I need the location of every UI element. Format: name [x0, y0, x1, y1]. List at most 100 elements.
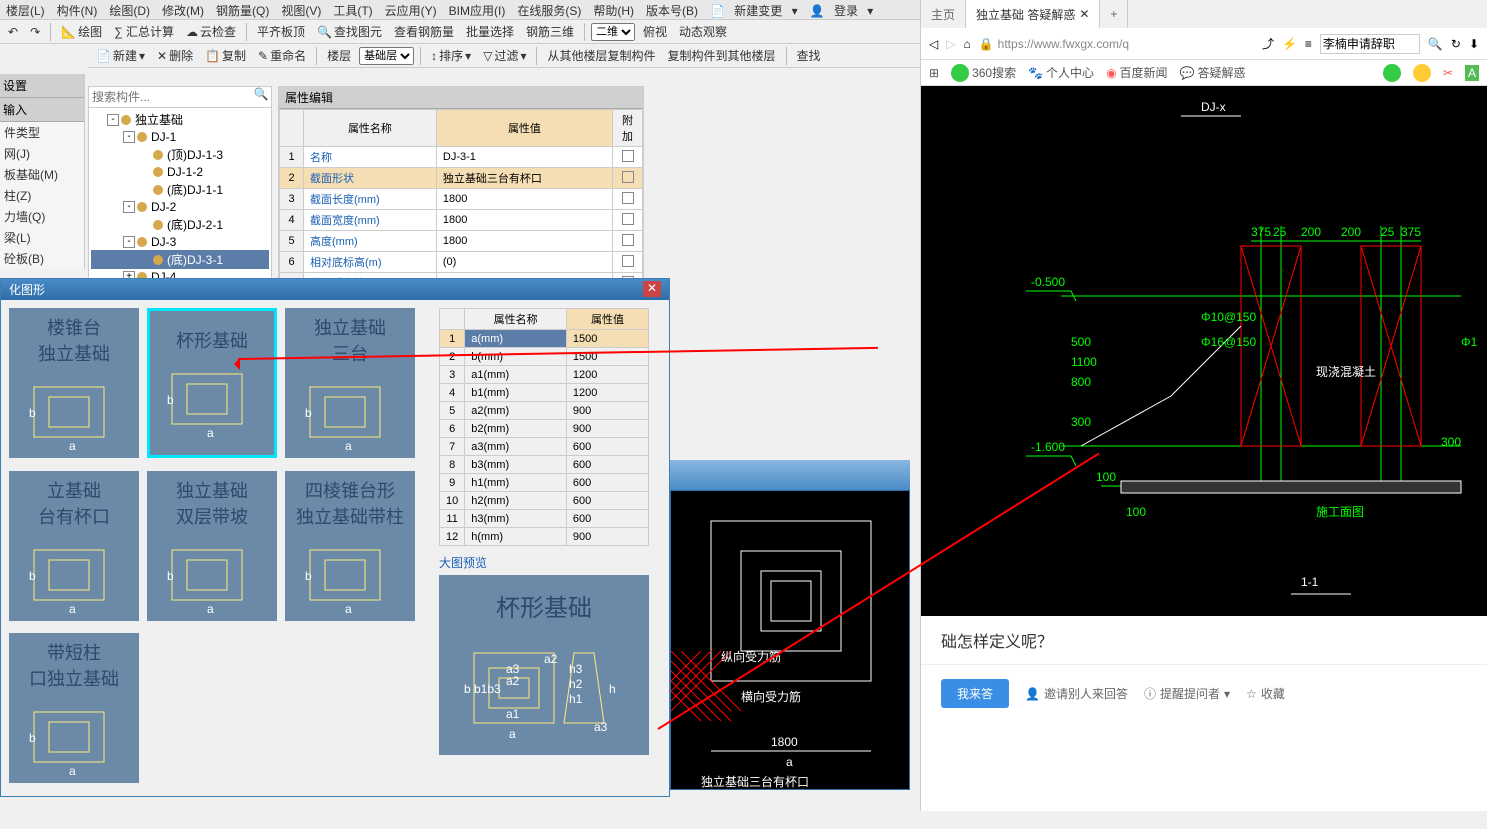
- menu-tools[interactable]: 工具(T): [327, 0, 378, 19]
- share-icon[interactable]: ⤴: [1262, 35, 1274, 52]
- favorite-link[interactable]: ☆ 收藏: [1246, 685, 1285, 702]
- tree-node[interactable]: -DJ-3: [91, 234, 269, 250]
- param-row[interactable]: 2b(mm)1500: [440, 348, 649, 366]
- nav-qa[interactable]: 💬答疑解惑: [1180, 64, 1246, 81]
- remind-link[interactable]: ⓘ 提醒提问者 ▾: [1144, 685, 1230, 702]
- property-row[interactable]: 3截面长度(mm)1800: [280, 189, 643, 210]
- forward-icon[interactable]: ▷: [946, 37, 955, 51]
- expand-icon[interactable]: ⊞: [929, 66, 939, 80]
- menu-icon[interactable]: ≡: [1305, 37, 1312, 51]
- tree-node[interactable]: (顶)DJ-1-3: [91, 145, 269, 164]
- find-button[interactable]: 查找: [793, 46, 825, 65]
- shape-item[interactable]: 杯形基础ba: [147, 308, 277, 458]
- left-item-wall[interactable]: 力墙(Q): [0, 206, 84, 227]
- tree-node[interactable]: -DJ-2: [91, 199, 269, 215]
- shape-item[interactable]: 楼锥台独立基础ba: [9, 308, 139, 458]
- menu-floor[interactable]: 楼层(L): [0, 0, 51, 19]
- new-button[interactable]: 📄 新建 ▾: [92, 46, 149, 65]
- property-row[interactable]: 6相对底标高(m)(0): [280, 252, 643, 273]
- left-item-grid[interactable]: 网(J): [0, 143, 84, 164]
- param-row[interactable]: 1a(mm)1500: [440, 330, 649, 348]
- menu-version[interactable]: 版本号(B): [640, 0, 704, 19]
- left-item-type[interactable]: 件类型: [0, 122, 84, 143]
- close-icon[interactable]: ✕: [643, 281, 661, 297]
- ext2-icon[interactable]: [1413, 64, 1431, 82]
- menu-component[interactable]: 构件(N): [51, 0, 104, 19]
- new-tab-button[interactable]: +: [1100, 0, 1128, 28]
- tree-node[interactable]: (底)DJ-1-1: [91, 180, 269, 199]
- tree-root[interactable]: -独立基础: [91, 110, 269, 129]
- filter-button[interactable]: ▽ 过滤 ▾: [479, 46, 530, 65]
- param-row[interactable]: 4b1(mm)1200: [440, 384, 649, 402]
- shape-item[interactable]: 带短柱口独立基础ba: [9, 633, 139, 783]
- param-row[interactable]: 9h1(mm)600: [440, 474, 649, 492]
- flash-icon[interactable]: ⚡: [1282, 37, 1297, 51]
- scissors-icon[interactable]: ✂: [1443, 66, 1453, 80]
- level-button[interactable]: 平齐板顶: [253, 22, 309, 41]
- undo-button[interactable]: ↶: [4, 24, 22, 40]
- redo-button[interactable]: ↷: [26, 24, 44, 40]
- nav-baidu[interactable]: ◉百度新闻: [1106, 64, 1168, 81]
- invite-link[interactable]: 👤 邀请别人来回答: [1025, 685, 1128, 702]
- shape-item[interactable]: 立基础台有杯口ba: [9, 471, 139, 621]
- view-rebar-button[interactable]: 查看钢筋量: [390, 22, 458, 41]
- draw-button[interactable]: 📐 绘图: [57, 22, 106, 41]
- browser-search-input[interactable]: [1320, 34, 1420, 54]
- answer-button[interactable]: 我来答: [941, 679, 1009, 708]
- search-icon[interactable]: 🔍: [251, 87, 271, 107]
- floor-select[interactable]: 基础层: [359, 47, 414, 65]
- cloud-check-button[interactable]: ☁ 云检查: [182, 22, 240, 41]
- download-icon[interactable]: ⬇: [1469, 37, 1479, 51]
- tab-close-icon[interactable]: ✕: [1079, 7, 1089, 21]
- sort-button[interactable]: ↕ 排序 ▾: [427, 46, 475, 65]
- menu-online[interactable]: 在线服务(S): [511, 0, 587, 19]
- left-item-column[interactable]: 柱(Z): [0, 185, 84, 206]
- rename-button[interactable]: ✎ 重命名: [254, 46, 310, 65]
- property-row[interactable]: 1名称DJ-3-1: [280, 147, 643, 168]
- menu-login[interactable]: 👤 登录 ▾: [804, 0, 880, 19]
- property-row[interactable]: 2截面形状独立基础三台有杯口: [280, 168, 643, 189]
- ext1-icon[interactable]: [1383, 64, 1401, 82]
- property-row[interactable]: 5高度(mm)1800: [280, 231, 643, 252]
- menu-help[interactable]: 帮助(H): [587, 0, 640, 19]
- menu-bim[interactable]: BIM应用(I): [443, 0, 512, 19]
- left-item-board[interactable]: 砼板(B): [0, 248, 84, 269]
- left-item-beam[interactable]: 梁(L): [0, 227, 84, 248]
- copy-from-button[interactable]: 从其他楼层复制构件: [543, 46, 659, 65]
- tree-node[interactable]: (底)DJ-2-1: [91, 215, 269, 234]
- copy-to-button[interactable]: 复制构件到其他楼层: [663, 46, 779, 65]
- shape-item[interactable]: 独立基础双层带坡ba: [147, 471, 277, 621]
- param-row[interactable]: 6b2(mm)900: [440, 420, 649, 438]
- tree-node[interactable]: (底)DJ-3-1: [91, 250, 269, 269]
- menu-change[interactable]: 📄 新建变更 ▾: [704, 0, 804, 19]
- tree-node[interactable]: -DJ-1: [91, 129, 269, 145]
- param-row[interactable]: 10h2(mm)600: [440, 492, 649, 510]
- home-icon[interactable]: ⌂: [963, 37, 970, 51]
- browser-tab-active[interactable]: 独立基础 答疑解惑 ✕: [966, 0, 1100, 28]
- back-icon[interactable]: ◁: [929, 37, 938, 51]
- tree-node[interactable]: DJ-1-2: [91, 164, 269, 180]
- view-mode-select[interactable]: 二维: [591, 23, 635, 41]
- property-row[interactable]: 4截面宽度(mm)1800: [280, 210, 643, 231]
- menu-draw[interactable]: 绘图(D): [103, 0, 156, 19]
- param-row[interactable]: 7a3(mm)600: [440, 438, 649, 456]
- menu-rebar[interactable]: 钢筋量(Q): [210, 0, 275, 19]
- batch-select-button[interactable]: 批量选择: [462, 22, 518, 41]
- param-row[interactable]: 5a2(mm)900: [440, 402, 649, 420]
- copy-button[interactable]: 📋 复制: [201, 46, 250, 65]
- param-row[interactable]: 3a1(mm)1200: [440, 366, 649, 384]
- translate-icon[interactable]: A: [1465, 65, 1479, 81]
- left-item-slab[interactable]: 板基础(M): [0, 164, 84, 185]
- menu-cloud[interactable]: 云应用(Y): [379, 0, 443, 19]
- browser-tab-home[interactable]: 主页: [921, 0, 966, 28]
- shape-item[interactable]: 独立基础三台ba: [285, 308, 415, 458]
- orbit-button[interactable]: 动态观察: [675, 22, 731, 41]
- nav-personal[interactable]: 🐾个人中心: [1028, 64, 1094, 81]
- reload-icon[interactable]: ↻: [1451, 37, 1461, 51]
- delete-button[interactable]: ✕ 删除: [153, 46, 197, 65]
- top-view-button[interactable]: 俯视: [639, 22, 671, 41]
- shape-item[interactable]: 四棱锥台形独立基础带柱ba: [285, 471, 415, 621]
- param-row[interactable]: 11h3(mm)600: [440, 510, 649, 528]
- find-elem-button[interactable]: 🔍 查找图元: [313, 22, 386, 41]
- nav-360[interactable]: 360搜索: [951, 64, 1016, 82]
